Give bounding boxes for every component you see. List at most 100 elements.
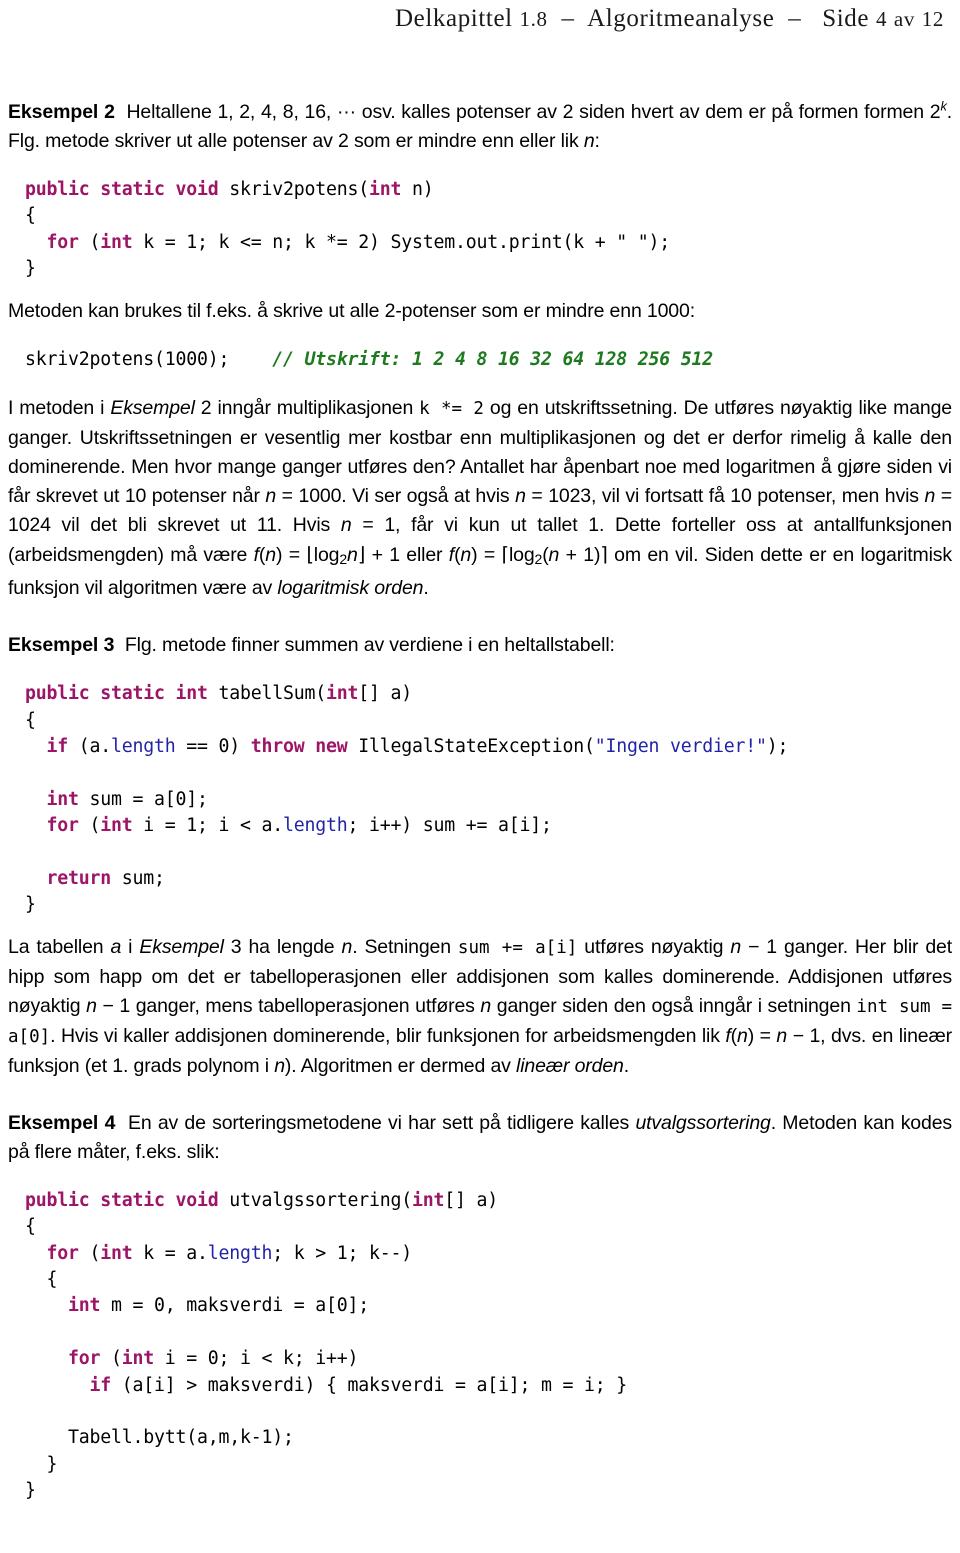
text-run: ). Algoritmen er dermed av bbox=[284, 1054, 517, 1077]
header-page-number: 4 bbox=[875, 7, 888, 31]
header-chapter-number: 1.8 bbox=[519, 7, 548, 31]
text-run: = 1023, vil vi fortsatt få 10 potenser, … bbox=[525, 485, 925, 508]
math-var-n: n bbox=[265, 544, 276, 567]
linear-order-paragraph: La tabellen a i Eksempel 3 ha lengde n. … bbox=[8, 933, 952, 1081]
example3-code-block: public static int tabellSum(int[] a) { i… bbox=[25, 681, 952, 919]
code-keyword: int bbox=[46, 788, 79, 810]
code-keyword: if bbox=[89, 1374, 112, 1396]
text-run: 2 inngår multiplikasjonen bbox=[194, 397, 420, 420]
math-var-n: n bbox=[86, 994, 97, 1017]
code-string: "Ingen verdier!" bbox=[594, 735, 767, 757]
example2-label: Eksempel 2 bbox=[8, 101, 115, 123]
floor-bracket-open: ⌊ bbox=[306, 543, 314, 567]
text-run: − 1 ganger, mens tabelloperasjonen utfør… bbox=[96, 994, 481, 1017]
code-text: [] a) bbox=[444, 1189, 498, 1211]
text-run: = 1000. Vi ser også at hvis bbox=[276, 485, 516, 508]
text-run: . bbox=[623, 1054, 629, 1077]
code-keyword: for bbox=[46, 815, 79, 837]
math-var-n: n bbox=[737, 1024, 748, 1047]
code-text: m = 0, maksverdi = a[0]; bbox=[100, 1295, 369, 1317]
code-text: ( bbox=[78, 231, 101, 253]
text-run: = bbox=[282, 544, 307, 567]
math-var-n: n bbox=[341, 935, 353, 958]
code-keyword: int bbox=[326, 683, 359, 705]
text-run: La tabellen bbox=[8, 935, 111, 958]
math-var-n: n bbox=[274, 1054, 285, 1077]
math-log: log bbox=[313, 544, 340, 567]
code-text: Tabell.bytt(a,m,k-1); bbox=[25, 1427, 294, 1449]
code-field-length: length bbox=[283, 815, 348, 837]
math-var-n: n bbox=[347, 544, 358, 567]
page-header: Delkapittel 1.8 – Algoritmeanalyse – Sid… bbox=[0, 0, 944, 33]
text-run: + 1 eller bbox=[365, 544, 449, 567]
header-dash-2: – bbox=[788, 5, 802, 32]
code-text: == 0) bbox=[175, 735, 251, 757]
logarithmic-order-paragraph: I metoden i Eksempel 2 inngår multiplika… bbox=[8, 394, 952, 603]
code-keyword: int bbox=[100, 231, 133, 253]
example2-intro-a: Heltallene 1, 2, 4, 8, 16, bbox=[126, 101, 337, 123]
text-run: I metoden i bbox=[8, 397, 111, 420]
code-keyword: public static void bbox=[25, 1189, 219, 1211]
math-var-n: n bbox=[340, 514, 352, 537]
inline-code: k *= 2 bbox=[419, 399, 484, 420]
code-text: k = 1; k <= n; k *= 2) System.out.print(… bbox=[132, 231, 670, 253]
code-text: i = 0; i < k; i++) bbox=[154, 1348, 359, 1370]
code-keyword: public static int bbox=[25, 683, 208, 705]
code-brace-close: } bbox=[25, 894, 36, 916]
code-keyword: return bbox=[46, 867, 112, 889]
example3-label: Eksempel 3 bbox=[8, 634, 115, 657]
code-text: IllegalStateException( bbox=[347, 735, 595, 757]
math-log: log bbox=[508, 544, 535, 567]
text-run: utføres nøyaktig bbox=[577, 935, 731, 958]
header-of-word: av bbox=[893, 7, 915, 31]
text-run: . Hvis vi kaller addisjonen dominerende,… bbox=[50, 1024, 726, 1047]
example2-var-n: n bbox=[583, 130, 595, 152]
header-topic: Algoritmeanalyse bbox=[587, 5, 775, 32]
code-keyword: for bbox=[68, 1348, 101, 1370]
math-var-n: n bbox=[924, 485, 936, 508]
example4-intro-a: En av de sorteringsmetodene vi har sett … bbox=[127, 1111, 636, 1134]
document-body: Eksempel 2 Heltallene 1, 2, 4, 8, 16, ··… bbox=[8, 98, 952, 1505]
code-text: ); bbox=[766, 735, 789, 757]
math-var-n: n bbox=[460, 544, 472, 567]
math-var-n: n bbox=[265, 485, 277, 508]
header-dash-1: – bbox=[561, 5, 575, 32]
text-run: . bbox=[423, 577, 429, 600]
math-subscript-2: 2 bbox=[339, 551, 348, 568]
example4-label: Eksempel 4 bbox=[8, 1111, 116, 1134]
code-text: tabellSum( bbox=[207, 683, 326, 705]
code-keyword: throw new bbox=[250, 735, 348, 757]
code-text: ( bbox=[78, 1242, 101, 1264]
code-text: k = a. bbox=[132, 1242, 208, 1264]
example2-intro-d: : bbox=[594, 130, 600, 152]
example4-code-block: public static void utvalgssortering(int[… bbox=[25, 1188, 952, 1505]
text-run: . Setningen bbox=[352, 935, 458, 958]
code-keyword: int bbox=[369, 179, 402, 200]
emphasis-eksempel: Eksempel bbox=[110, 397, 195, 420]
example2-call-block: skriv2potens(1000); // Utskrift: 1 2 4 8… bbox=[25, 347, 952, 373]
header-page-total: 12 bbox=[921, 7, 944, 31]
code-keyword: public static void bbox=[25, 179, 219, 200]
code-text: sum = a[0]; bbox=[78, 788, 208, 810]
code-field-length: length bbox=[207, 1242, 273, 1264]
header-chapter-word: Delkapittel bbox=[395, 5, 513, 32]
code-text: [] a) bbox=[358, 683, 412, 705]
math-var-n: n bbox=[776, 1024, 788, 1047]
math-var-n: n bbox=[730, 935, 742, 958]
code-brace-open: { bbox=[25, 1216, 36, 1238]
code-brace-close-inner: } bbox=[25, 1453, 58, 1475]
code-keyword: for bbox=[46, 231, 79, 253]
inline-code: sum += a[i] bbox=[457, 937, 578, 958]
code-text: ; k > 1; k--) bbox=[272, 1242, 412, 1264]
math-var-n: n bbox=[548, 544, 560, 567]
header-page-word: Side bbox=[822, 5, 870, 32]
code-keyword: int bbox=[412, 1189, 445, 1211]
